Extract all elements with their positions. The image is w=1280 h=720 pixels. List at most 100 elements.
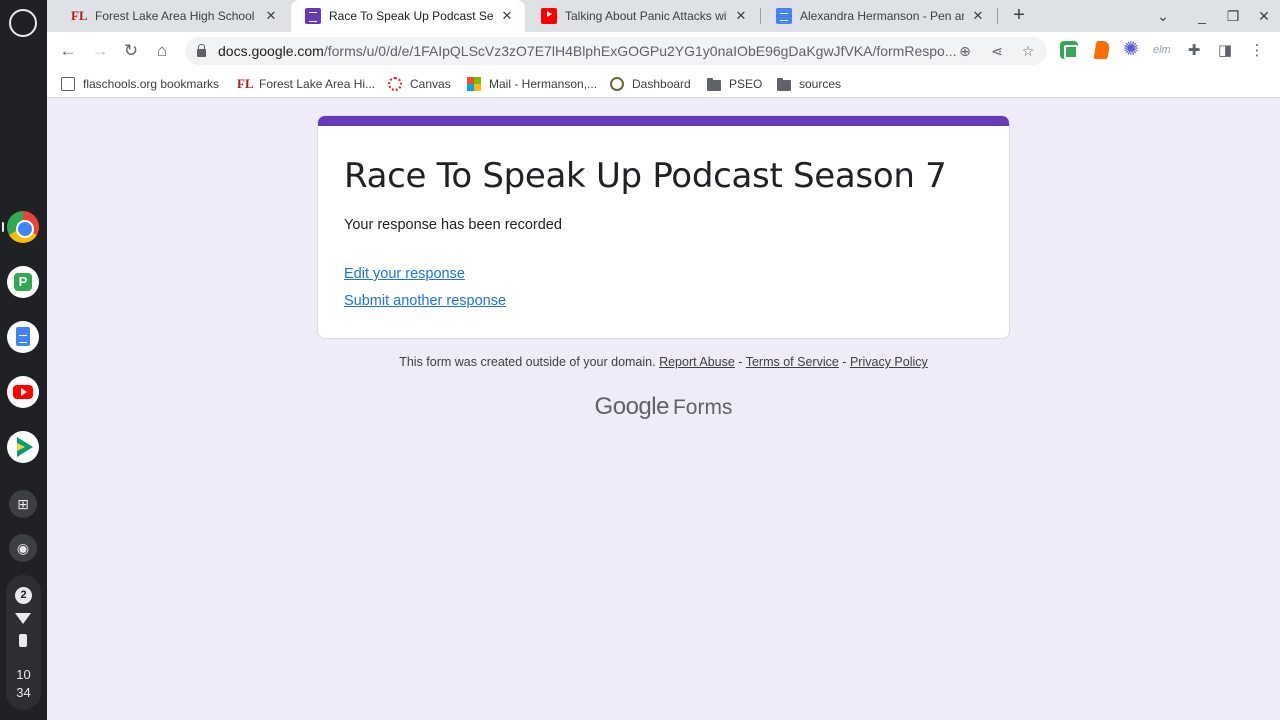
footer-separator: -: [738, 355, 743, 369]
wifi-icon: [15, 613, 31, 624]
confirmation-message: Your response has been recorded: [344, 217, 562, 233]
bookmark-label: Dashboard: [632, 77, 691, 91]
address-bar[interactable]: docs.google.com/forms/u/0/d/e/1FAIpQLScV…: [185, 37, 1047, 65]
home-button[interactable]: ⌂: [149, 38, 175, 64]
green-extension-icon[interactable]: [1060, 41, 1078, 59]
tab-separator: [760, 8, 761, 24]
page-content: Race To Speak Up Podcast Season 7 Your r…: [47, 99, 1280, 720]
bookmark-star-icon[interactable]: ☆: [1018, 41, 1038, 61]
battery-icon: [19, 634, 27, 647]
screenshot-tool-icon[interactable]: ⊞: [9, 490, 37, 518]
new-tab-button[interactable]: +: [1007, 4, 1031, 28]
close-icon[interactable]: ✕: [263, 8, 279, 24]
form-accent-bar: [318, 116, 1009, 126]
play-store-app-icon[interactable]: [7, 431, 39, 463]
dashboard-icon: [610, 77, 624, 91]
close-window-button[interactable]: ✕: [1252, 4, 1276, 28]
tab-title: Talking About Panic Attacks with: [565, 9, 727, 23]
submit-another-response-link[interactable]: Submit another response: [344, 293, 506, 309]
minimize-button[interactable]: _: [1190, 4, 1214, 28]
tab-search-chevron-icon[interactable]: ⌄: [1151, 4, 1175, 28]
form-response-card: Race To Speak Up Podcast Season 7 Your r…: [317, 115, 1010, 339]
bookmark-label: Forest Lake Area Hi...: [259, 77, 376, 91]
clock: 10 34: [6, 666, 41, 702]
parking-app-icon[interactable]: P: [7, 266, 39, 298]
menu-kebab-icon[interactable]: ⋮: [1244, 38, 1270, 64]
stylus-tool-icon[interactable]: ◉: [9, 534, 37, 562]
tab-separator: [997, 8, 998, 24]
back-button[interactable]: ←: [55, 38, 81, 64]
youtube-app-icon[interactable]: [7, 376, 39, 408]
close-icon[interactable]: ✕: [733, 8, 749, 24]
status-tray[interactable]: 2 10 34: [6, 575, 41, 710]
tab-alexandra-hermanson[interactable]: Alexandra Hermanson - Pen and ✕: [762, 0, 996, 32]
google-docs-app-icon[interactable]: [7, 321, 39, 353]
close-icon[interactable]: ✕: [970, 8, 986, 24]
bookmarks-bar: flaschools.org bookmarks FL Forest Lake …: [47, 70, 1280, 98]
tab-title: Forest Lake Area High School / H: [95, 9, 257, 23]
domain-notice: This form was created outside of your do…: [399, 355, 656, 369]
flhs-logo-icon: FL: [71, 8, 88, 23]
bookmark-label: sources: [799, 77, 842, 91]
url-domain: docs.google.com: [218, 43, 324, 59]
bookmark-label: Mail - Hermanson,...: [489, 77, 598, 91]
canvas-icon: [388, 77, 402, 91]
tab-panic-attacks[interactable]: Talking About Panic Attacks with ✕: [527, 0, 759, 32]
forward-button[interactable]: →: [87, 38, 113, 64]
google-docs-icon: [776, 8, 792, 24]
tab-title: Alexandra Hermanson - Pen and: [800, 9, 964, 23]
terms-of-service-link[interactable]: Terms of Service: [746, 355, 839, 369]
launcher-button[interactable]: [9, 9, 37, 37]
folder-icon: [777, 77, 791, 91]
form-footer: This form was created outside of your do…: [47, 355, 1280, 369]
tab-race-to-speak-up[interactable]: Race To Speak Up Podcast Seas ✕: [291, 0, 525, 32]
zoom-icon[interactable]: ⊕: [955, 41, 975, 61]
bookmark-pseo[interactable]: PSEO: [707, 75, 762, 93]
bookmark-flaschools[interactable]: flaschools.org bookmarks: [61, 75, 219, 93]
bookmark-sources[interactable]: sources: [777, 75, 841, 93]
bookmark-mail[interactable]: Mail - Hermanson,...: [467, 75, 597, 93]
bookmark-label: PSEO: [729, 77, 763, 91]
google-forms-icon: [305, 8, 321, 24]
flhs-logo-icon: FL: [237, 76, 254, 91]
google-forms-logo[interactable]: Google Forms: [47, 393, 1280, 421]
privacy-policy-link[interactable]: Privacy Policy: [850, 355, 928, 369]
side-panel-icon[interactable]: ◨: [1212, 38, 1238, 64]
footer-separator: -: [842, 355, 847, 369]
orange-extension-icon[interactable]: [1093, 41, 1111, 59]
url-text[interactable]: docs.google.com/forms/u/0/d/e/1FAIpQLScV…: [218, 43, 958, 59]
youtube-icon: [541, 8, 557, 24]
clock-minute: 34: [16, 685, 31, 700]
bookmark-forest-lake[interactable]: FL Forest Lake Area Hi...: [237, 75, 375, 93]
chrome-window: FL Forest Lake Area High School / H ✕ Ra…: [47, 0, 1280, 720]
restore-button[interactable]: ❐: [1221, 4, 1245, 28]
form-title: Race To Speak Up Podcast Season 7: [344, 156, 947, 196]
lock-icon[interactable]: [197, 44, 206, 57]
tab-forest-lake[interactable]: FL Forest Lake Area High School / H ✕: [57, 0, 289, 32]
bookmark-dashboard[interactable]: Dashboard: [610, 75, 691, 93]
folder-icon: [707, 77, 721, 91]
close-icon[interactable]: ✕: [499, 8, 515, 24]
google-wordmark: Google: [594, 393, 670, 420]
share-icon[interactable]: ⋖: [987, 41, 1007, 61]
tab-title: Race To Speak Up Podcast Seas: [329, 9, 493, 23]
url-path: /forms/u/0/d/e/1FAIpQLScVz3zO7E7lH4BlphE…: [323, 43, 957, 59]
bookmark-label: Canvas: [410, 77, 451, 91]
notification-count-badge[interactable]: 2: [15, 587, 32, 604]
starburst-extension-icon[interactable]: ✺: [1122, 40, 1140, 59]
browser-toolbar: ← → ↻ ⌂ docs.google.com/forms/u/0/d/e/1F…: [47, 32, 1280, 70]
edit-response-link[interactable]: Edit your response: [344, 266, 465, 282]
elm-extension-icon[interactable]: elm: [1153, 41, 1175, 59]
bookmark-label: flaschools.org bookmarks: [83, 77, 220, 91]
bookmark-canvas[interactable]: Canvas: [388, 75, 451, 93]
reload-button[interactable]: ↻: [118, 38, 144, 64]
bookmarks-icon: [61, 77, 75, 91]
tab-strip: FL Forest Lake Area High School / H ✕ Ra…: [47, 0, 1280, 32]
extensions-puzzle-icon[interactable]: ✚: [1181, 38, 1207, 64]
chrome-app-icon[interactable]: [2, 211, 39, 243]
report-abuse-link[interactable]: Report Abuse: [659, 355, 735, 369]
chromeos-shelf: P ⊞ ◉ 2 10 34: [0, 0, 47, 720]
forms-wordmark: Forms: [672, 396, 733, 419]
microsoft-icon: [467, 77, 481, 91]
clock-hour: 10: [16, 667, 31, 682]
